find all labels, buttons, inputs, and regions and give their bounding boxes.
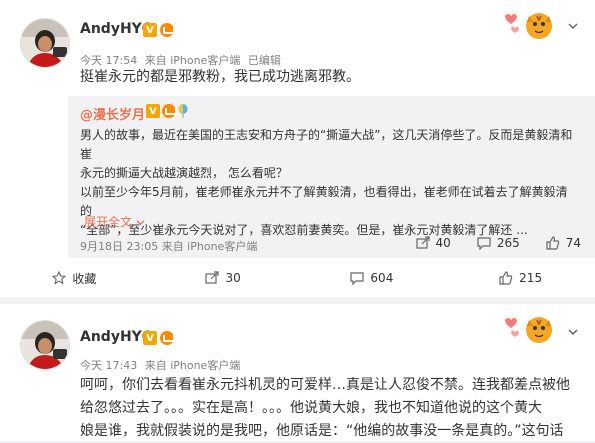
repost-text: 男人的故事，最近在美国的王志安和方舟子的“撕逼大战”，这几天消停些了。反而是黄毅…: [80, 126, 577, 240]
repost-line: 男人的故事，最近在美国的王志安和方舟子的“撕逼大战”，这几天消停些了。反而是黄毅…: [80, 128, 573, 161]
post-line: 呵呵，你们去看看崔永元抖机灵的可爱样…真是让人忍俊不禁。连我都差点被他: [80, 377, 570, 393]
tiger-decoration-icon: [505, 317, 552, 343]
user-badges: V: [143, 23, 175, 37]
chevron-down-icon: [136, 220, 145, 226]
post-meta: 今天 17:43 来自 iPhone客户端: [80, 357, 244, 373]
favorite-label: 收藏: [72, 271, 97, 286]
chevron-down-icon[interactable]: [567, 326, 579, 338]
comment-count: 265: [496, 236, 520, 250]
post-time[interactable]: 今天 17:43: [80, 359, 137, 372]
like-count: 215: [519, 271, 543, 285]
post-source: 来自 iPhone客户端: [144, 359, 241, 372]
expand-full-text-link[interactable]: 展开全文: [84, 213, 145, 230]
post-card: AndyHYQ V 今天 17:43 来自 iPhone客户端 呵呵，你们去看看…: [0, 304, 595, 441]
share-count: 40: [435, 236, 451, 250]
repost-badges: V: [146, 104, 188, 118]
vip-crown-icon[interactable]: [160, 331, 175, 345]
verified-v-icon[interactable]: V: [146, 104, 160, 118]
thumbs-up-icon: [499, 271, 513, 285]
repost-meta[interactable]: 9月18日 23:05 来自 iPhone客户端: [80, 238, 257, 254]
like-count: 74: [565, 236, 581, 250]
post-line: 给忽悠过去了。。。实在是高！。。。他说黄大娘，我也不知道他说的这个黄大: [80, 400, 542, 416]
post-action-bar: 收藏 30 604 215: [0, 266, 595, 290]
repost-line: 永元的撕逼大战越演越烈， 怎么看呢？: [80, 166, 288, 180]
balloon-icon: [178, 104, 188, 118]
comment-icon: [350, 272, 365, 285]
post-card: AndyHYQ V 今天 17:54 来自 iPhone客户端 已编辑 挺崔永元…: [0, 0, 595, 297]
avatar[interactable]: [20, 320, 70, 370]
repost-username[interactable]: @漫长岁月: [80, 104, 145, 123]
share-icon: [415, 236, 430, 249]
avatar[interactable]: [20, 18, 70, 68]
user-badges: V: [143, 331, 175, 345]
verified-v-icon[interactable]: V: [143, 23, 157, 37]
forward-button[interactable]: 30: [149, 266, 298, 290]
verified-v-icon[interactable]: V: [143, 331, 157, 345]
vip-crown-icon[interactable]: [160, 23, 175, 37]
comment-icon: [477, 237, 491, 250]
share-icon: [205, 271, 220, 284]
repost-comment-button[interactable]: 265: [477, 236, 520, 250]
chevron-down-icon[interactable]: [567, 20, 579, 32]
repost-like-button[interactable]: 74: [546, 236, 581, 250]
comment-button[interactable]: 604: [298, 266, 447, 290]
thumbs-up-icon: [546, 236, 559, 250]
post-line: 娘是谁，我就假装说的是我吧，他原话是：“他编的故事没一条是真的。”这句话: [80, 423, 564, 439]
favorite-button[interactable]: 收藏: [0, 266, 149, 290]
vip-crown-icon[interactable]: [162, 104, 177, 118]
forward-count: 30: [225, 271, 241, 285]
comment-count: 604: [370, 271, 394, 285]
post-text: 呵呵，你们去看看崔永元抖机灵的可爱样…真是让人忍俊不禁。连我都差点被他 给忽悠过…: [80, 374, 573, 443]
post-text: 挺崔永元的都是邪教粉，我已成功逃离邪教。: [80, 69, 360, 85]
repost-actions: 40 265 74: [415, 236, 581, 250]
tiger-decoration-icon: [505, 13, 552, 39]
like-button[interactable]: 215: [446, 266, 595, 290]
star-icon: [52, 271, 67, 285]
expand-label: 展开全文: [84, 215, 133, 229]
repost-block[interactable]: @漫长岁月 V 男人的故事，最近在美国的王志安和方舟子的“撕逼大战”，这几天消停…: [68, 96, 595, 258]
repost-share-button[interactable]: 40: [415, 236, 451, 250]
repost-line: 以前至少今年5月前，崔老师崔永元并不了解黄毅清，也看得出，崔老师在试着去了解黄毅…: [80, 185, 568, 218]
